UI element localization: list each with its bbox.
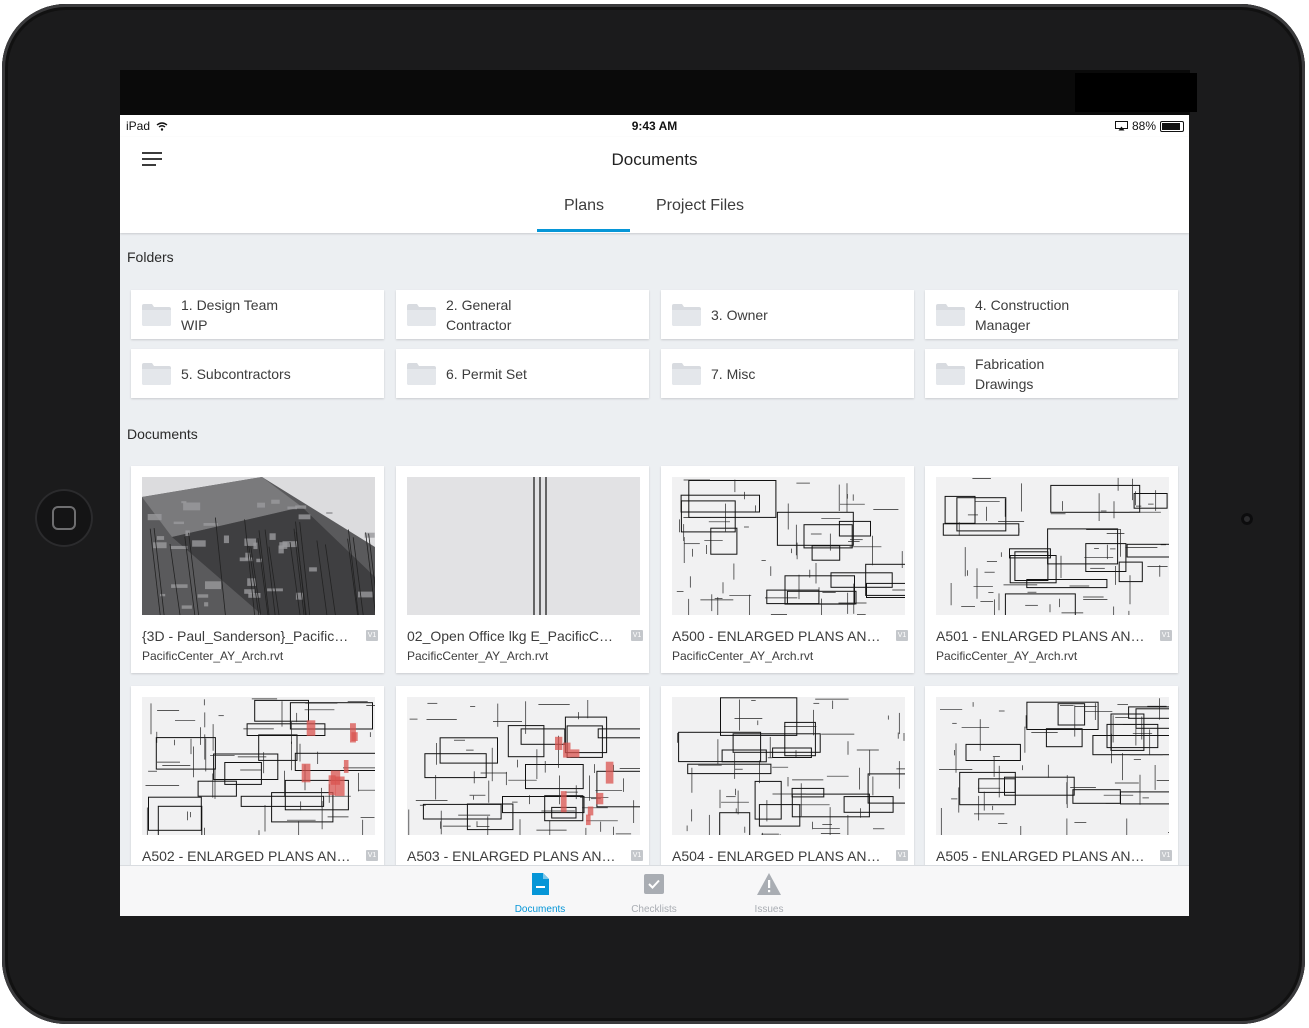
folder-icon — [672, 363, 701, 385]
tab-plans[interactable]: Plans — [564, 197, 604, 215]
folder-name: 5. Subcontractors — [181, 365, 291, 382]
document-name: {3D - Paul_Sanderson}_PacificCenter — [142, 628, 352, 644]
nav-issues-label: Issues — [754, 904, 784, 915]
folder-icon — [407, 363, 436, 385]
document-card[interactable]: {3D - Paul_Sanderson}_PacificCenter V1 Pac… — [131, 466, 384, 673]
warning-icon — [757, 873, 781, 895]
document-icon — [532, 873, 549, 895]
bottom-tab-bar: Documents Checklists Issues — [120, 865, 1189, 916]
document-thumbnail — [936, 697, 1169, 835]
folder-name: 3. Owner — [711, 306, 768, 323]
version-badge: V1 — [631, 630, 643, 641]
document-card[interactable]: A502 - ENLARGED PLANS AND SECTIONS V1 — [131, 686, 384, 893]
active-tab-indicator — [537, 229, 630, 232]
folder-item[interactable]: 2. General Contractor — [396, 290, 649, 339]
status-right: 88% — [1114, 119, 1184, 133]
folder-name: Fabrication Drawings — [975, 355, 1045, 392]
document-name: A502 - ENLARGED PLANS AND SECTIONS — [142, 848, 352, 864]
version-badge: V1 — [896, 630, 908, 641]
version-badge: V1 — [631, 850, 643, 861]
battery-icon — [1160, 120, 1184, 132]
app-screen: iPad 9:43 AM 88% Documents Plans Project… — [120, 115, 1189, 916]
folder-name: 7. Misc — [711, 365, 756, 382]
document-card[interactable]: A503 - ENLARGED PLANS AND SECTIONS V1 — [396, 686, 649, 893]
battery-percent: 88% — [1131, 119, 1156, 133]
status-time: 9:43 AM — [631, 119, 678, 133]
folder-icon — [142, 363, 171, 385]
folder-item[interactable]: 1. Design Team WIP — [131, 290, 384, 339]
redacted-bar — [120, 70, 1190, 115]
folder-item[interactable]: 6. Permit Set — [396, 349, 649, 398]
document-thumbnail — [142, 697, 375, 835]
folder-item[interactable]: 3. Owner — [661, 290, 914, 339]
document-file: PacificCenter_AY_Arch.rvt — [407, 649, 549, 663]
document-card[interactable]: A504 - ENLARGED PLANS AND SECTIONS V1 — [661, 686, 914, 893]
folder-icon — [672, 304, 701, 326]
document-name: A500 - ENLARGED PLANS AND SECTIONS — [672, 628, 882, 644]
nav-documents[interactable]: Documents — [500, 872, 580, 915]
document-name: A503 - ENLARGED PLANS AND SECTIONS — [407, 848, 617, 864]
camera-icon — [1241, 513, 1253, 525]
home-button[interactable] — [35, 489, 93, 547]
document-thumbnail — [672, 697, 905, 835]
document-card[interactable]: 02_Open Office lkg E_PacificCenter V1 Paci… — [396, 466, 649, 673]
nav-documents-label: Documents — [514, 904, 566, 915]
airplay-icon — [1114, 121, 1128, 131]
folder-item[interactable]: Fabrication Drawings — [925, 349, 1178, 398]
folder-name: 4. Construction Manager — [975, 296, 1070, 333]
folder-item[interactable]: 7. Misc — [661, 349, 914, 398]
version-badge: V1 — [896, 850, 908, 861]
folder-item[interactable]: 4. Construction Manager — [925, 290, 1178, 339]
document-thumbnail — [407, 477, 640, 615]
nav-issues[interactable]: Issues — [729, 872, 809, 915]
document-file: PacificCenter_AY_Arch.rvt — [936, 649, 1078, 663]
document-card[interactable]: A500 - ENLARGED PLANS AND SECTIONS V1 Paci… — [661, 466, 914, 673]
version-badge: V1 — [1160, 630, 1172, 641]
folder-name: 2. General Contractor — [446, 296, 512, 333]
folder-icon — [142, 304, 171, 326]
document-thumbnail — [672, 477, 905, 615]
document-card[interactable]: A505 - ENLARGED PLANS AND SECTIONS V1 — [925, 686, 1178, 893]
documents-heading: Documents — [127, 426, 198, 442]
document-thumbnail — [142, 477, 375, 615]
status-bar: iPad 9:43 AM 88% — [120, 115, 1189, 137]
document-card[interactable]: A501 - ENLARGED PLANS AND SECTIONS V1 Paci… — [925, 466, 1178, 673]
document-file: PacificCenter_AY_Arch.rvt — [672, 649, 814, 663]
document-name: 02_Open Office lkg E_PacificCenter — [407, 628, 617, 644]
folder-icon — [407, 304, 436, 326]
nav-checklists[interactable]: Checklists — [614, 872, 694, 915]
folder-item[interactable]: 5. Subcontractors — [131, 349, 384, 398]
version-badge: V1 — [366, 850, 378, 861]
redacted-box — [1075, 73, 1197, 112]
document-name: A505 - ENLARGED PLANS AND SECTIONS — [936, 848, 1146, 864]
folder-icon — [936, 304, 965, 326]
nav-checklists-label: Checklists — [631, 904, 677, 915]
document-thumbnail — [936, 477, 1169, 615]
version-badge: V1 — [366, 630, 378, 641]
folders-heading: Folders — [127, 249, 174, 265]
folder-icon — [936, 363, 965, 385]
document-file: PacificCenter_AY_Arch.rvt — [142, 649, 284, 663]
document-name: A501 - ENLARGED PLANS AND SECTIONS — [936, 628, 1146, 644]
document-thumbnail — [407, 697, 640, 835]
document-name: A504 - ENLARGED PLANS AND SECTIONS — [672, 848, 882, 864]
version-badge: V1 — [1160, 850, 1172, 861]
tab-project-files[interactable]: Project Files — [656, 197, 744, 215]
app-header: Documents Plans Project Files — [120, 137, 1189, 233]
folder-name: 6. Permit Set — [446, 365, 527, 382]
page-title: Documents — [611, 150, 698, 169]
checklist-icon — [644, 874, 664, 894]
folder-name: 1. Design Team WIP — [181, 296, 279, 333]
